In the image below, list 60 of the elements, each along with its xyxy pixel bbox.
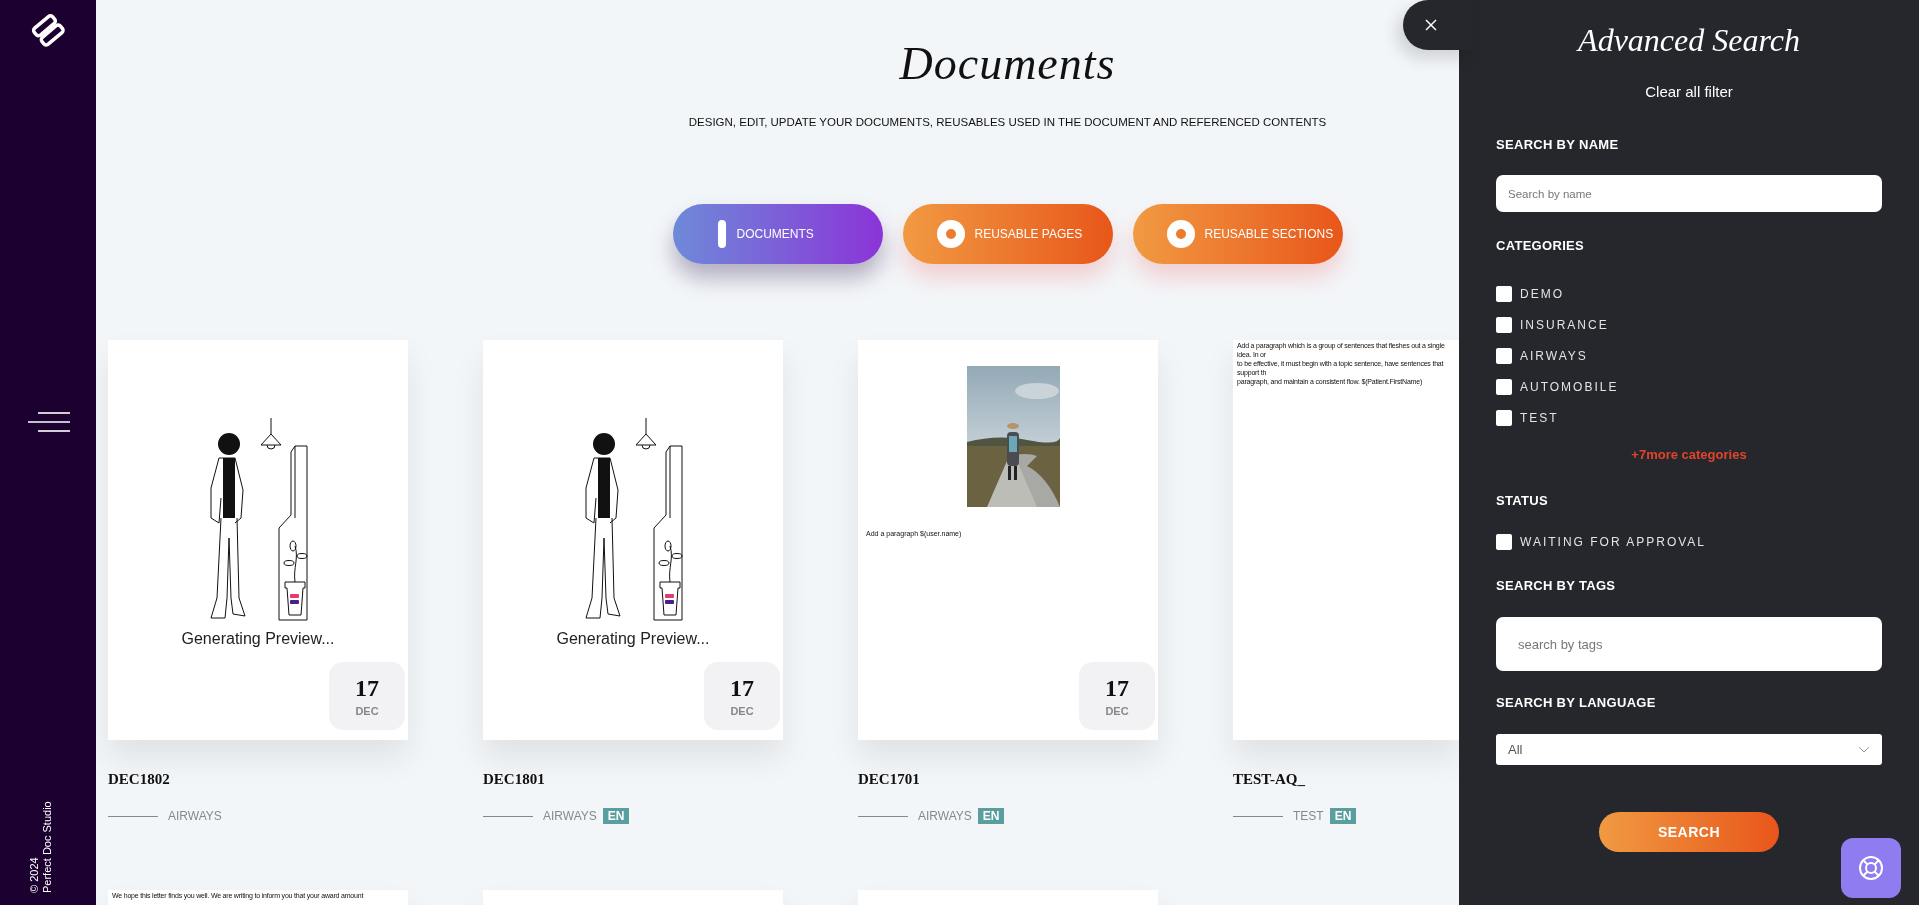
section-label: SEARCH BY TAGS xyxy=(1496,578,1617,593)
document-card[interactable] xyxy=(1233,340,1459,740)
checkbox-label: AIRWAYS xyxy=(1520,349,1588,363)
checkbox-label: WAITING FOR APPROVAL xyxy=(1520,535,1707,549)
logo-icon[interactable] xyxy=(30,12,66,48)
category-label: AIRWAYS xyxy=(918,809,972,823)
section-label: SEARCH BY NAME xyxy=(1496,137,1620,152)
date-month: DEC xyxy=(1105,705,1129,717)
tags-search-field[interactable]: search by tags xyxy=(1496,617,1882,671)
radio-icon xyxy=(1166,220,1195,248)
section-label: STATUS xyxy=(1496,493,1549,508)
document-name: DEC1701 xyxy=(858,771,921,788)
lifebuoy-icon xyxy=(1858,855,1884,881)
date-day: 17 xyxy=(1105,675,1129,701)
language-tag: EN xyxy=(602,808,630,824)
date-month: DEC xyxy=(730,705,754,717)
category-label: AIRWAYS xyxy=(543,809,597,823)
chevron-down-icon xyxy=(1858,745,1870,754)
language-tag: EN xyxy=(1329,808,1357,824)
menu-icon xyxy=(28,410,70,434)
copyright-text: © 2024 xyxy=(28,856,41,893)
panel-title: Advanced Search xyxy=(1575,21,1801,60)
checkbox[interactable] xyxy=(1496,379,1512,395)
document-name: TEST-AQ_ xyxy=(1233,771,1306,788)
section-label: CATEGORIES xyxy=(1496,238,1585,253)
checkbox[interactable] xyxy=(1496,286,1512,302)
category-label: AIRWAYS xyxy=(168,809,222,823)
clear-filter-link[interactable]: Clear all filter xyxy=(1639,82,1739,101)
language-tag: EN xyxy=(977,808,1005,824)
checkbox-label: TEST xyxy=(1520,411,1559,425)
checkbox[interactable] xyxy=(1496,348,1512,364)
language-select[interactable]: All xyxy=(1496,734,1882,765)
section-label: SEARCH BY LANGUAGE xyxy=(1496,695,1657,710)
help-button[interactable] xyxy=(1841,838,1901,898)
preview-status: Generating Preview... xyxy=(181,630,335,648)
checkbox[interactable] xyxy=(1496,534,1512,550)
name-search-field[interactable]: Search by name xyxy=(1496,175,1882,212)
close-button[interactable] xyxy=(1403,0,1473,50)
checkbox-label: DEMO xyxy=(1520,287,1564,301)
more-categories-link[interactable]: +7more categories xyxy=(1625,446,1753,463)
document-name: DEC1802 xyxy=(108,771,171,788)
brand-text: Perfect Doc Studio xyxy=(41,801,54,893)
radio-icon xyxy=(936,220,965,248)
checkbox-label: AUTOMOBILE xyxy=(1520,380,1619,394)
category-label: TEST xyxy=(1293,809,1324,823)
date-day: 17 xyxy=(355,675,379,701)
document-card[interactable]: Generating Preview... 17 DEC xyxy=(483,340,783,740)
checkbox-label: INSURANCE xyxy=(1520,318,1609,332)
page-title: Documents xyxy=(899,37,1116,91)
date-day: 17 xyxy=(730,675,754,701)
page-subtitle: DESIGN, EDIT, UPDATE YOUR DOCUMENTS, REUSABLES USED IN THE DOCUMENT AND REFERENCED CONTENTS xyxy=(688,116,1327,128)
close-icon xyxy=(1425,19,1437,31)
tab[interactable]: DOCUMENTS xyxy=(672,204,883,264)
preview-status: Generating Preview... xyxy=(556,630,710,648)
bar-icon xyxy=(716,220,727,248)
document-name: DEC1801 xyxy=(483,771,546,788)
document-card[interactable]: Generating Preview... 17 DEC xyxy=(108,340,408,740)
checkbox[interactable] xyxy=(1496,410,1512,426)
date-month: DEC xyxy=(355,705,379,717)
checkbox[interactable] xyxy=(1496,317,1512,333)
